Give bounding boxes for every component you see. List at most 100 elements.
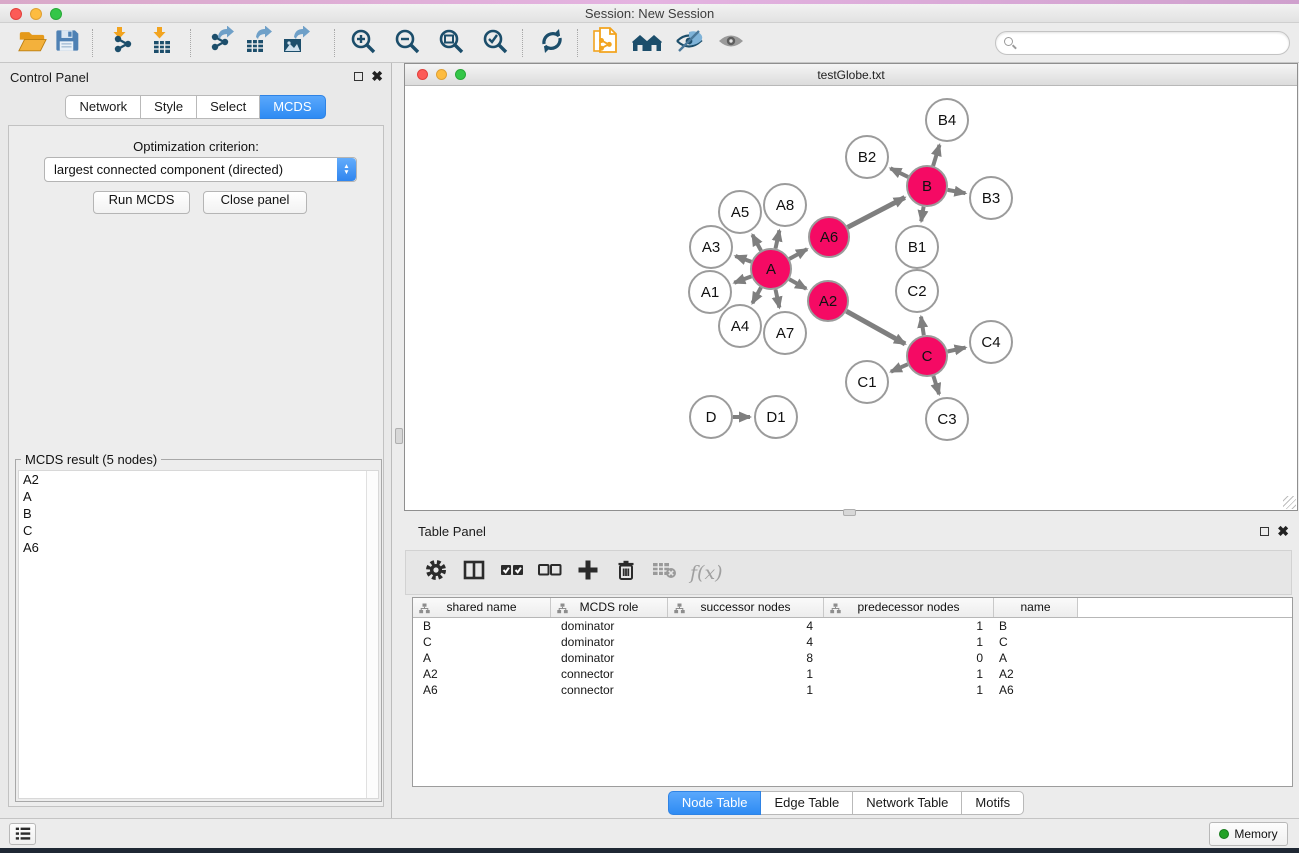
window-resize-grip[interactable]	[1283, 496, 1296, 509]
zoom-out-button[interactable]	[390, 26, 424, 60]
tab-mcds[interactable]: MCDS	[260, 95, 325, 119]
cell-name[interactable]: B	[994, 618, 1078, 634]
task-history-button[interactable]	[9, 823, 36, 845]
float-panel-icon[interactable]	[354, 72, 363, 81]
graph-edge-B-B3[interactable]	[948, 190, 966, 193]
export-image-button[interactable]	[279, 26, 313, 60]
cell-MCDS-role[interactable]: connector	[551, 666, 668, 682]
graph-edge-A-A1[interactable]	[734, 276, 751, 282]
run-mcds-button[interactable]: Run MCDS	[93, 191, 190, 214]
mcds-result-item[interactable]: B	[19, 505, 378, 522]
column-header-name[interactable]: name	[994, 598, 1078, 617]
tab-edge-table[interactable]: Edge Table	[761, 791, 853, 815]
column-header-predecessor-nodes[interactable]: predecessor nodes	[824, 598, 994, 617]
horizontal-splitter-knob[interactable]	[843, 509, 856, 516]
search-box[interactable]	[995, 31, 1290, 55]
network-graph[interactable]: B4B2BB3A8A5A6A3B1AC2A1A2A4A7C4CC1DD1C3	[405, 86, 1297, 510]
mcds-result-item[interactable]: A	[19, 488, 378, 505]
tab-style[interactable]: Style	[141, 95, 197, 119]
graph-edge-A2-C[interactable]	[846, 311, 905, 344]
save-button[interactable]	[49, 26, 83, 60]
criterion-dropdown[interactable]: largest connected component (directed) ▲…	[44, 157, 357, 182]
cell-MCDS-role[interactable]: connector	[551, 682, 668, 698]
vertical-splitter-knob[interactable]	[395, 428, 403, 444]
cell-successor-nodes[interactable]: 1	[668, 666, 824, 682]
close-panel-icon[interactable]: ✖	[371, 71, 383, 81]
import-network-button[interactable]	[103, 26, 137, 60]
cell-MCDS-role[interactable]: dominator	[551, 634, 668, 650]
cell-name[interactable]: A	[994, 650, 1078, 666]
hide-selected-button[interactable]	[672, 26, 706, 60]
cell-shared-name[interactable]: A2	[413, 666, 551, 682]
table-row[interactable]: A2connector11A2	[413, 666, 1292, 682]
graph-edge-C-C1[interactable]	[891, 364, 908, 371]
cell-name[interactable]: A6	[994, 682, 1078, 698]
float-table-panel-icon[interactable]	[1260, 527, 1269, 536]
delete-column-button[interactable]	[614, 561, 638, 585]
mcds-result-item[interactable]: C	[19, 522, 378, 539]
export-table-button[interactable]	[241, 26, 275, 60]
column-header-shared-name[interactable]: shared name	[413, 598, 551, 617]
split-table-button[interactable]	[462, 561, 486, 585]
tab-network[interactable]: Network	[65, 95, 141, 119]
table-row[interactable]: A6connector11A6	[413, 682, 1292, 698]
graph-edge-A-A6[interactable]	[789, 249, 807, 259]
tab-network-table[interactable]: Network Table	[853, 791, 962, 815]
cell-MCDS-role[interactable]: dominator	[551, 618, 668, 634]
function-builder-button[interactable]: f(x)	[690, 562, 723, 584]
memory-button[interactable]: Memory	[1209, 822, 1288, 846]
export-network-button[interactable]	[203, 26, 237, 60]
cell-predecessor-nodes[interactable]: 1	[824, 618, 994, 634]
column-header-MCDS-role[interactable]: MCDS role	[551, 598, 668, 617]
graph-edge-A-A4[interactable]	[752, 287, 761, 303]
mcds-result-list[interactable]: A2ABCA6	[18, 470, 379, 799]
mcds-result-item[interactable]: A6	[19, 539, 378, 556]
cell-predecessor-nodes[interactable]: 0	[824, 650, 994, 666]
table-row[interactable]: Bdominator41B	[413, 618, 1292, 634]
clone-network-button[interactable]	[588, 26, 622, 60]
table-row[interactable]: Adominator80A	[413, 650, 1292, 666]
cell-shared-name[interactable]: C	[413, 634, 551, 650]
close-table-panel-icon[interactable]: ✖	[1277, 526, 1289, 536]
add-column-button[interactable]	[576, 561, 600, 585]
graph-edge-A-A8[interactable]	[776, 230, 780, 248]
tab-node-table[interactable]: Node Table	[668, 791, 762, 815]
cell-shared-name[interactable]: B	[413, 618, 551, 634]
column-header-successor-nodes[interactable]: successor nodes	[668, 598, 824, 617]
show-all-button[interactable]	[714, 26, 748, 60]
mcds-result-item[interactable]: A2	[19, 471, 378, 488]
zoom-selected-button[interactable]	[478, 26, 512, 60]
close-panel-button[interactable]: Close panel	[203, 191, 307, 214]
result-list-scrollbar[interactable]	[366, 471, 378, 798]
cell-predecessor-nodes[interactable]: 1	[824, 666, 994, 682]
open-button[interactable]	[15, 26, 49, 60]
tab-select[interactable]: Select	[197, 95, 260, 119]
graph-edge-A6-B[interactable]	[848, 198, 905, 228]
first-neighbors-button[interactable]	[630, 26, 664, 60]
tab-motifs[interactable]: Motifs	[962, 791, 1024, 815]
graph-edge-A-A5[interactable]	[752, 235, 761, 251]
graph-edge-B-B2[interactable]	[890, 168, 908, 177]
cell-predecessor-nodes[interactable]: 1	[824, 634, 994, 650]
import-table-button[interactable]	[143, 26, 177, 60]
graph-edge-B-B4[interactable]	[933, 145, 939, 166]
table-settings-button[interactable]	[424, 561, 448, 585]
graph-edge-C-C2[interactable]	[921, 317, 924, 336]
graph-edge-A-A7[interactable]	[776, 290, 780, 308]
graph-edge-A-A2[interactable]	[789, 279, 806, 289]
refresh-button[interactable]	[535, 26, 569, 60]
cell-successor-nodes[interactable]: 4	[668, 618, 824, 634]
graph-edge-B-B1[interactable]	[921, 207, 923, 222]
search-input[interactable]	[1018, 33, 1283, 53]
cell-name[interactable]: C	[994, 634, 1078, 650]
zoom-in-button[interactable]	[346, 26, 380, 60]
graph-edge-C-C4[interactable]	[948, 348, 966, 352]
cell-shared-name[interactable]: A	[413, 650, 551, 666]
network-canvas[interactable]: B4B2BB3A8A5A6A3B1AC2A1A2A4A7C4CC1DD1C3	[405, 86, 1297, 510]
cell-predecessor-nodes[interactable]: 1	[824, 682, 994, 698]
zoom-fit-button[interactable]	[434, 26, 468, 60]
deselect-all-button[interactable]	[538, 561, 562, 585]
cell-successor-nodes[interactable]: 4	[668, 634, 824, 650]
select-all-button[interactable]	[500, 561, 524, 585]
table-row[interactable]: Cdominator41C	[413, 634, 1292, 650]
